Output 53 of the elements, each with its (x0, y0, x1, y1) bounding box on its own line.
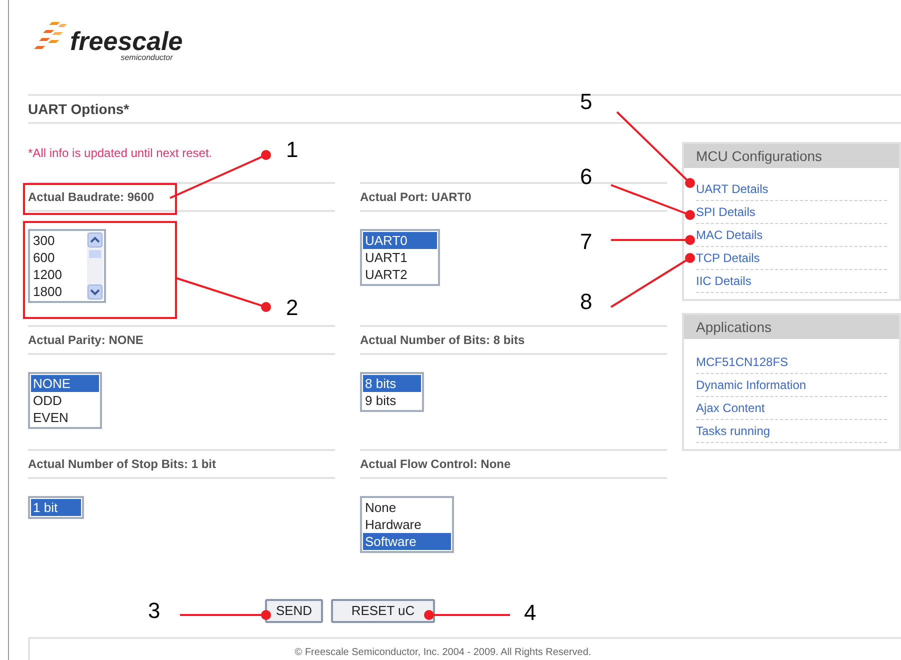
sidebar-link[interactable]: MCF51CN128FS (696, 351, 887, 374)
list-option[interactable]: Software (363, 533, 451, 550)
logo-tagline: semiconductor (120, 54, 173, 62)
list-option[interactable]: 1800 (31, 283, 87, 300)
callout-number: 5 (580, 90, 592, 114)
list-option[interactable]: 9 bits (363, 392, 421, 409)
list-option[interactable]: UART2 (363, 266, 437, 283)
callout-number: 4 (524, 601, 536, 625)
logo-wordmark: freescale (70, 28, 183, 54)
list-box[interactable]: NONE ODD EVEN (28, 372, 102, 429)
callout-number: 8 (580, 290, 592, 314)
info-note: *All info is updated until next reset. (28, 146, 212, 160)
panel-header: Applications (684, 315, 899, 339)
sidebar-link[interactable]: Tasks running (696, 420, 887, 443)
send-button[interactable]: SEND (265, 599, 323, 623)
sidebar-link[interactable]: Ajax Content (696, 397, 887, 420)
sidebar-link[interactable]: TCP Details (696, 247, 887, 270)
page-heading: UART Options* (28, 100, 130, 119)
list-box[interactable]: 8 bits 9 bits (360, 372, 424, 412)
reset-button[interactable]: RESET uC (331, 599, 435, 623)
list-option[interactable]: None (363, 499, 451, 516)
sidebar-link[interactable]: UART Details (696, 178, 887, 201)
callout-number: 2 (286, 296, 298, 320)
sidebar-link[interactable]: IIC Details (696, 270, 887, 293)
list-option[interactable]: ODD (31, 392, 99, 409)
callout-number: 6 (580, 165, 592, 189)
list-option[interactable]: 300 (31, 232, 87, 249)
field-label: Actual Parity: NONE (28, 332, 144, 349)
field-label: Actual Port: UART0 (360, 189, 472, 206)
list-option[interactable]: UART0 (363, 232, 437, 249)
field-label: Actual Number of Bits: 8 bits (360, 332, 525, 349)
sidebar-link[interactable]: SPI Details (696, 201, 887, 224)
list-option[interactable]: EVEN (31, 409, 99, 426)
copyright-text: © Freescale Semiconductor, Inc. 2004 - 2009. All Rights Reserved. (294, 646, 592, 660)
sidebar-link[interactable]: MAC Details (696, 224, 887, 247)
callout-number: 3 (148, 599, 160, 623)
callout-number: 1 (286, 138, 298, 162)
callout-number: 7 (580, 230, 592, 254)
field-label: Actual Baudrate: 9600 (28, 189, 154, 206)
field-label: Actual Number of Stop Bits: 1 bit (28, 456, 216, 473)
list-option[interactable]: 600 (31, 249, 87, 266)
list-box[interactable]: None Hardware Software (360, 496, 454, 553)
panel-header: MCU Configurations (684, 144, 899, 168)
list-box[interactable]: UART0 UART1 UART2 (360, 229, 440, 286)
list-option[interactable]: Hardware (363, 516, 451, 533)
field-label: Actual Flow Control: None (360, 456, 511, 473)
list-option[interactable]: 1200 (31, 266, 87, 283)
list-option[interactable]: 8 bits (363, 375, 421, 392)
list-option[interactable]: NONE (31, 375, 99, 392)
list-box[interactable]: 300 600 1200 1800 (28, 229, 106, 303)
sidebar-link[interactable]: Dynamic Information (696, 374, 887, 397)
list-option[interactable]: UART1 (363, 249, 437, 266)
scrollbar-drawing[interactable] (87, 232, 103, 300)
